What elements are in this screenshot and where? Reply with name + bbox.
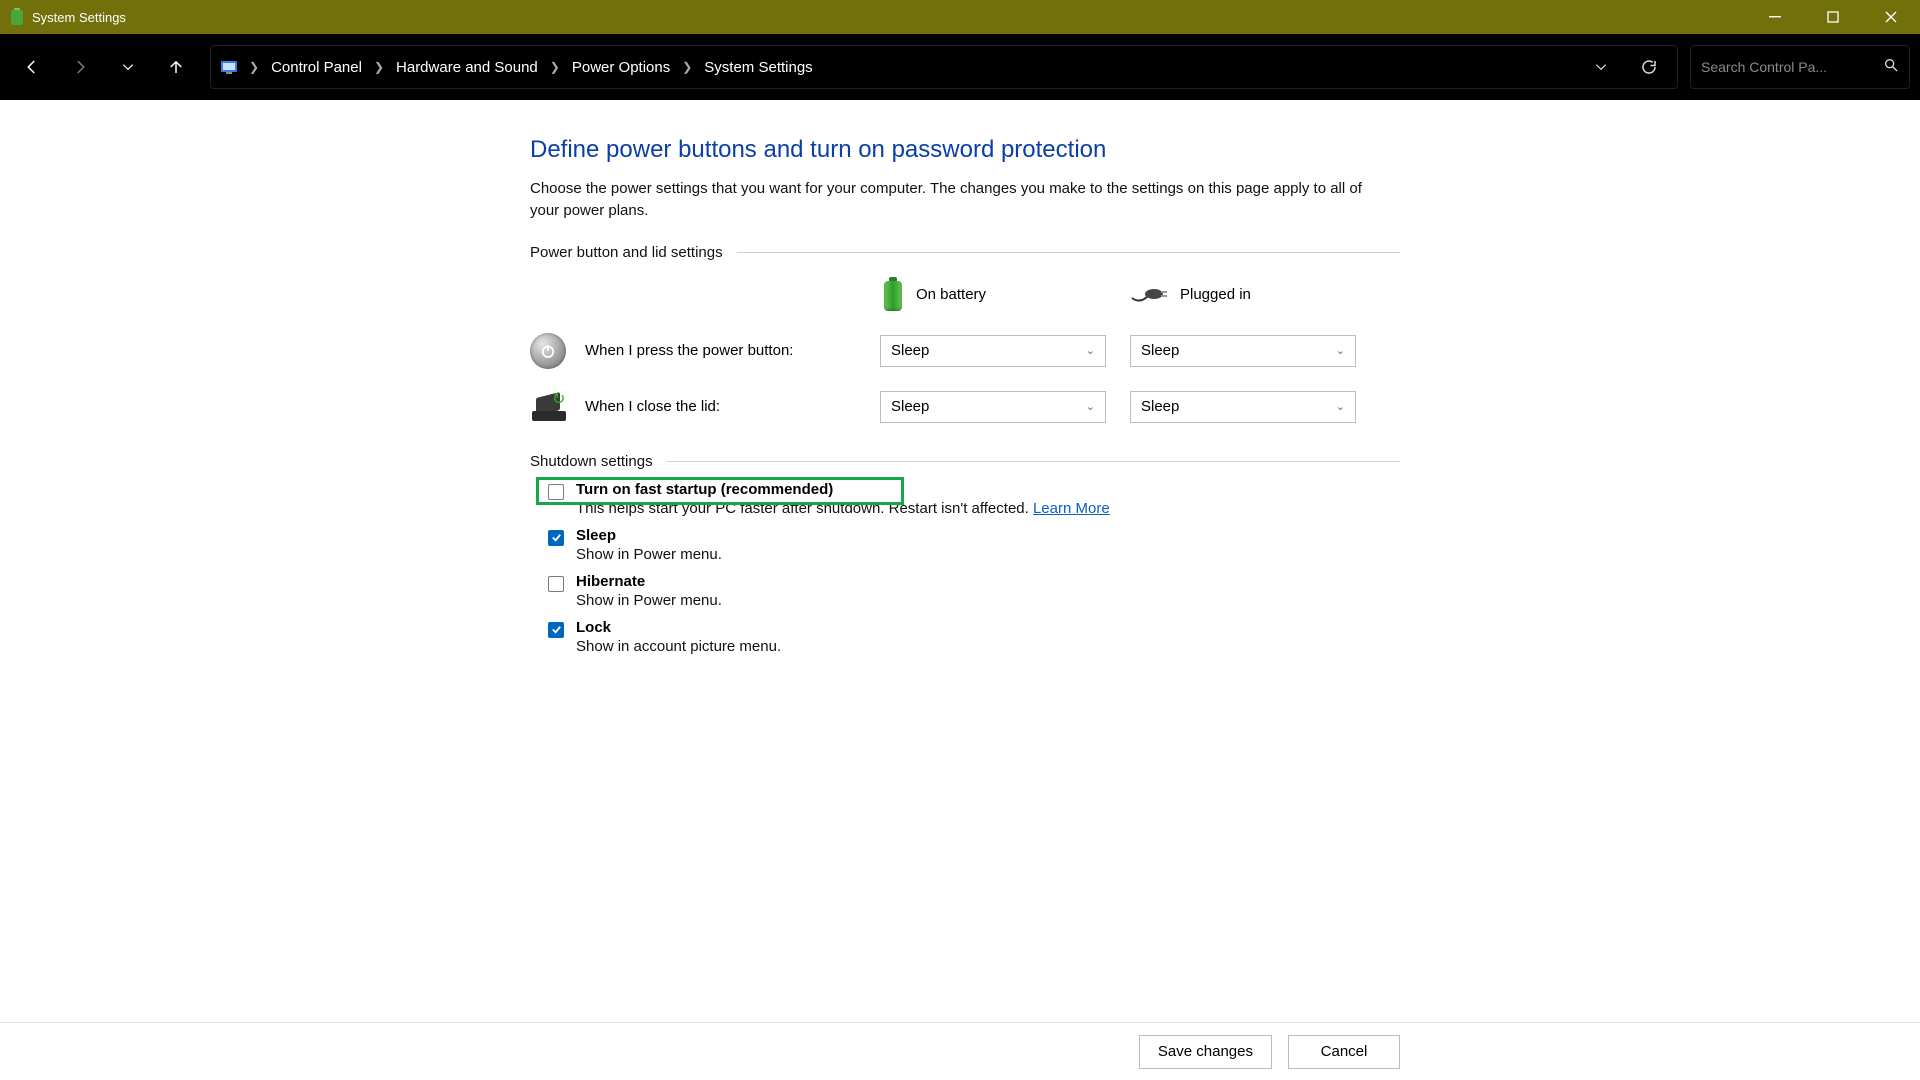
power-button-icon [530, 333, 566, 369]
option-desc: Show in account picture menu. [576, 638, 781, 655]
plug-icon [1130, 284, 1170, 306]
address-bar[interactable]: ❯ Control Panel ❯ Hardware and Sound ❯ P… [210, 45, 1678, 89]
select-power-button-plugged[interactable]: Sleep⌄ [1130, 335, 1356, 367]
option-hibernate: Hibernate Show in Power menu. [530, 568, 1400, 614]
option-title: Hibernate [576, 573, 722, 590]
maximize-button[interactable] [1804, 0, 1862, 34]
cancel-button[interactable]: Cancel [1288, 1035, 1400, 1069]
checkbox-fast-startup[interactable] [548, 484, 564, 500]
chevron-right-icon: ❯ [680, 60, 694, 74]
search-input[interactable] [1701, 59, 1883, 75]
close-button[interactable] [1862, 0, 1920, 34]
battery-app-icon [8, 8, 26, 26]
checkbox-hibernate[interactable] [548, 576, 564, 592]
column-on-battery: On battery [916, 286, 986, 303]
battery-icon [880, 277, 906, 313]
forward-button[interactable] [58, 45, 102, 89]
breadcrumb-system-settings[interactable]: System Settings [702, 55, 814, 80]
option-sleep: Sleep Show in Power menu. [530, 522, 1400, 568]
chevron-right-icon: ❯ [372, 60, 386, 74]
titlebar: System Settings [0, 0, 1920, 34]
refresh-button[interactable] [1629, 47, 1669, 87]
row-power-button: When I press the power button: Sleep⌄ Sl… [530, 323, 1400, 379]
chevron-down-icon: ⌄ [1336, 344, 1345, 357]
select-lid-battery[interactable]: Sleep⌄ [880, 391, 1106, 423]
chevron-right-icon: ❯ [247, 60, 261, 74]
control-panel-icon [219, 57, 239, 77]
chevron-down-icon: ⌄ [1086, 344, 1095, 357]
option-desc: Show in Power menu. [576, 546, 722, 563]
chevron-right-icon: ❯ [548, 60, 562, 74]
search-box[interactable] [1690, 45, 1910, 89]
group-label-text: Power button and lid settings [530, 244, 723, 261]
content-area: Define power buttons and turn on passwor… [530, 100, 1400, 660]
select-lid-plugged[interactable]: Sleep⌄ [1130, 391, 1356, 423]
select-power-button-battery[interactable]: Sleep⌄ [880, 335, 1106, 367]
row-close-lid-label: When I close the lid: [585, 398, 880, 415]
checkbox-sleep[interactable] [548, 530, 564, 546]
option-lock: Lock Show in account picture menu. [530, 614, 1400, 660]
checkbox-lock[interactable] [548, 622, 564, 638]
breadcrumb-control-panel[interactable]: Control Panel [269, 55, 364, 80]
chevron-down-icon: ⌄ [1336, 400, 1345, 413]
learn-more-link[interactable]: Learn More [1033, 500, 1110, 517]
column-plugged-in: Plugged in [1180, 286, 1251, 303]
group-power-button-lid: Power button and lid settings [530, 244, 1400, 261]
group-label-text: Shutdown settings [530, 453, 653, 470]
laptop-lid-icon: ↻ [530, 391, 568, 423]
option-fast-startup: Turn on fast startup (recommended) This … [530, 476, 1400, 522]
group-shutdown-settings: Shutdown settings [530, 453, 1400, 470]
columns-header: On battery Plugged in [530, 267, 1400, 323]
option-desc: This helps start your PC faster after sh… [576, 500, 1110, 517]
page-title: Define power buttons and turn on passwor… [530, 136, 1400, 164]
window-title: System Settings [32, 10, 126, 25]
page-description: Choose the power settings that you want … [530, 178, 1390, 222]
chevron-down-icon: ⌄ [1086, 400, 1095, 413]
minimize-button[interactable] [1746, 0, 1804, 34]
back-button[interactable] [10, 45, 54, 89]
navbar: ❯ Control Panel ❯ Hardware and Sound ❯ P… [0, 34, 1920, 100]
option-title: Lock [576, 619, 781, 636]
row-close-lid: ↻ When I close the lid: Sleep⌄ Sleep⌄ [530, 379, 1400, 435]
breadcrumb-hardware-sound[interactable]: Hardware and Sound [394, 55, 540, 80]
option-title: Sleep [576, 527, 722, 544]
address-dropdown-button[interactable] [1581, 47, 1621, 87]
search-icon [1883, 57, 1899, 78]
save-changes-button[interactable]: Save changes [1139, 1035, 1272, 1069]
option-title: Turn on fast startup (recommended) [576, 481, 1110, 498]
option-desc: Show in Power menu. [576, 592, 722, 609]
row-power-button-label: When I press the power button: [585, 342, 880, 359]
up-button[interactable] [154, 45, 198, 89]
recent-locations-button[interactable] [106, 45, 150, 89]
footer: Save changes Cancel [0, 1022, 1920, 1080]
breadcrumb-power-options[interactable]: Power Options [570, 55, 672, 80]
